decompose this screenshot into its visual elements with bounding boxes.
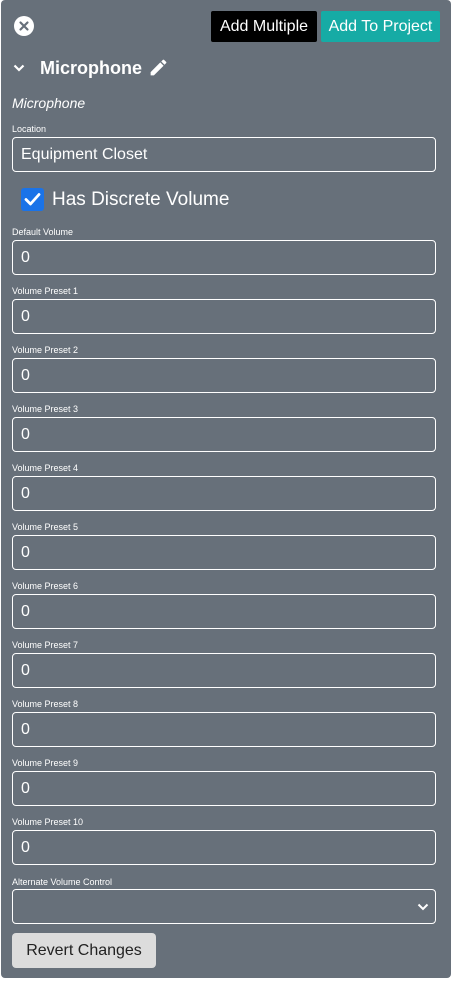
volume-preset-2-input[interactable] bbox=[12, 358, 436, 393]
volume-preset-8-input[interactable] bbox=[12, 712, 436, 747]
device-subtitle: Microphone bbox=[12, 95, 86, 111]
volume-preset-6-label: Volume Preset 6 bbox=[12, 581, 79, 591]
volume-preset-2-label: Volume Preset 2 bbox=[12, 345, 79, 355]
discrete-volume-label: Has Discrete Volume bbox=[52, 189, 230, 210]
section-title: Microphone bbox=[40, 58, 142, 78]
close-button[interactable] bbox=[14, 16, 34, 36]
volume-preset-5-label: Volume Preset 5 bbox=[12, 522, 79, 532]
add-to-project-button[interactable]: Add To Project bbox=[321, 11, 440, 42]
alternate-volume-control-select[interactable] bbox=[12, 889, 436, 924]
chevron-down-icon bbox=[417, 903, 429, 911]
volume-preset-7-input[interactable] bbox=[12, 653, 436, 688]
add-multiple-button[interactable]: Add Multiple bbox=[211, 11, 317, 42]
volume-preset-6-input[interactable] bbox=[12, 594, 436, 629]
location-input[interactable] bbox=[12, 137, 436, 172]
volume-preset-4-input[interactable] bbox=[12, 476, 436, 511]
close-icon bbox=[19, 21, 29, 31]
pencil-icon[interactable] bbox=[148, 57, 169, 78]
volume-preset-9-input[interactable] bbox=[12, 771, 436, 806]
volume-preset-1-input[interactable] bbox=[12, 299, 436, 334]
location-label: Location bbox=[12, 124, 47, 134]
check-icon bbox=[24, 193, 41, 206]
chevron-down-icon[interactable] bbox=[13, 62, 25, 74]
volume-preset-4-label: Volume Preset 4 bbox=[12, 463, 79, 473]
volume-preset-3-input[interactable] bbox=[12, 417, 436, 452]
volume-preset-8-label: Volume Preset 8 bbox=[12, 699, 79, 709]
revert-changes-button[interactable]: Revert Changes bbox=[12, 933, 156, 968]
volume-preset-10-input[interactable] bbox=[12, 830, 436, 865]
default-volume-input[interactable] bbox=[12, 240, 436, 275]
volume-preset-9-label: Volume Preset 9 bbox=[12, 758, 79, 768]
discrete-volume-checkbox[interactable] bbox=[21, 188, 44, 211]
device-editor-panel: Add Multiple Add To Project Microphone M… bbox=[1, 0, 451, 978]
volume-preset-1-label: Volume Preset 1 bbox=[12, 286, 79, 296]
volume-preset-3-label: Volume Preset 3 bbox=[12, 404, 79, 414]
default-volume-label: Default Volume bbox=[12, 227, 74, 237]
volume-preset-7-label: Volume Preset 7 bbox=[12, 640, 79, 650]
alternate-volume-control-label: Alternate Volume Control bbox=[12, 877, 113, 887]
volume-preset-5-input[interactable] bbox=[12, 535, 436, 570]
volume-preset-10-label: Volume Preset 10 bbox=[12, 817, 84, 827]
